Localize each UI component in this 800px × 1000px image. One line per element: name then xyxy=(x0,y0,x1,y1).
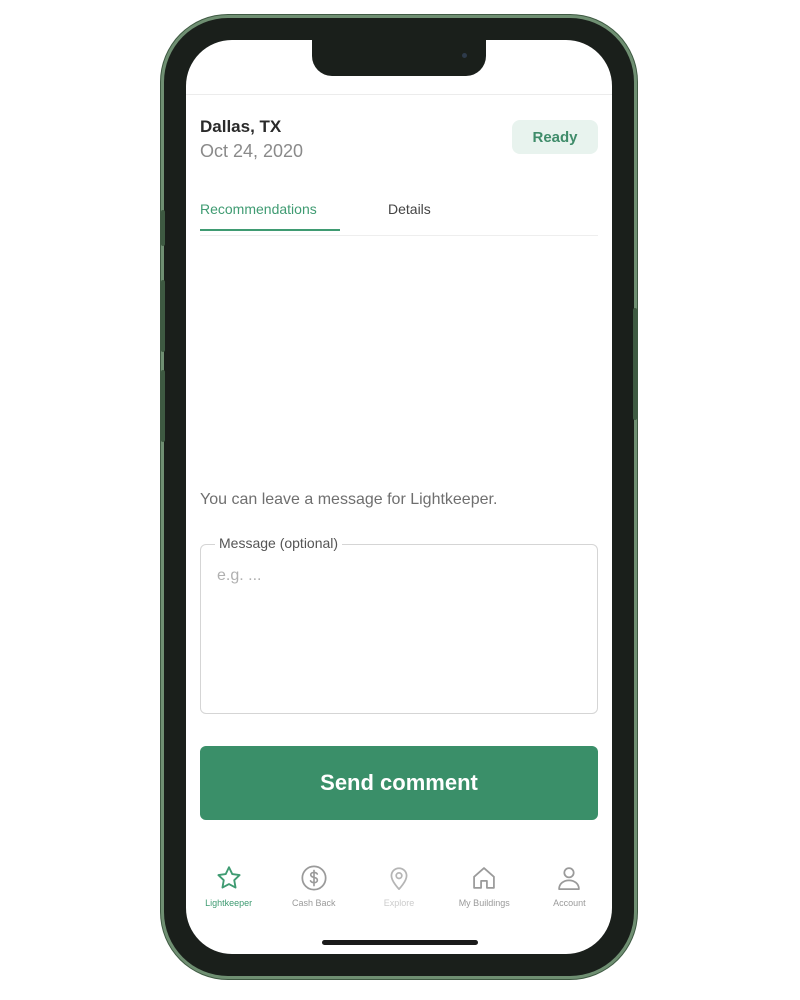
nav-label: Explore xyxy=(383,898,415,908)
nav-label: Account xyxy=(553,898,586,908)
nav-item-explore[interactable]: Explore xyxy=(356,860,441,930)
home-icon xyxy=(473,867,495,889)
report-date: Oct 24, 2020 xyxy=(200,141,304,161)
silent-switch xyxy=(161,210,165,246)
header-divider xyxy=(186,94,612,95)
tab-bar: Recommendations Details xyxy=(200,193,598,236)
tab-details[interactable]: Details xyxy=(388,201,431,229)
nav-label: Lightkeeper xyxy=(205,898,253,908)
nav-item-lightkeeper[interactable]: Lightkeeper xyxy=(186,860,271,930)
nav-item-account[interactable]: Account xyxy=(527,860,612,930)
phone-screen: Dallas, TX Oct 24, 2020 Ready Recommenda… xyxy=(186,40,612,954)
message-input[interactable] xyxy=(215,565,579,699)
volume-up-button xyxy=(161,280,165,352)
nav-item-cash-back[interactable]: Cash Back xyxy=(271,860,356,930)
tab-recommendations[interactable]: Recommendations xyxy=(200,201,340,231)
location-city: Dallas, TX xyxy=(200,117,282,136)
location-pin-icon xyxy=(390,867,408,890)
power-button xyxy=(633,308,637,420)
dollar-icon xyxy=(301,865,327,891)
send-comment-button[interactable]: Send comment xyxy=(200,746,598,820)
person-icon xyxy=(558,867,581,890)
nav-item-my-buildings[interactable]: My Buildings xyxy=(442,860,527,930)
volume-down-button xyxy=(161,370,165,442)
nav-label: My Buildings xyxy=(458,898,510,908)
camera-dot xyxy=(462,53,467,58)
message-field: Message (optional) xyxy=(200,535,598,714)
nav-label: Cash Back xyxy=(292,898,336,908)
home-indicator xyxy=(322,940,478,945)
comment-prompt: You can leave a message for Lightkeeper. xyxy=(200,491,498,508)
star-icon xyxy=(217,866,241,889)
message-field-label: Message (optional) xyxy=(215,535,343,551)
bottom-navigation: Lightkeeper Cash Back Explore My Buildin… xyxy=(186,860,612,930)
notch xyxy=(312,40,486,76)
status-badge: Ready xyxy=(512,120,598,154)
